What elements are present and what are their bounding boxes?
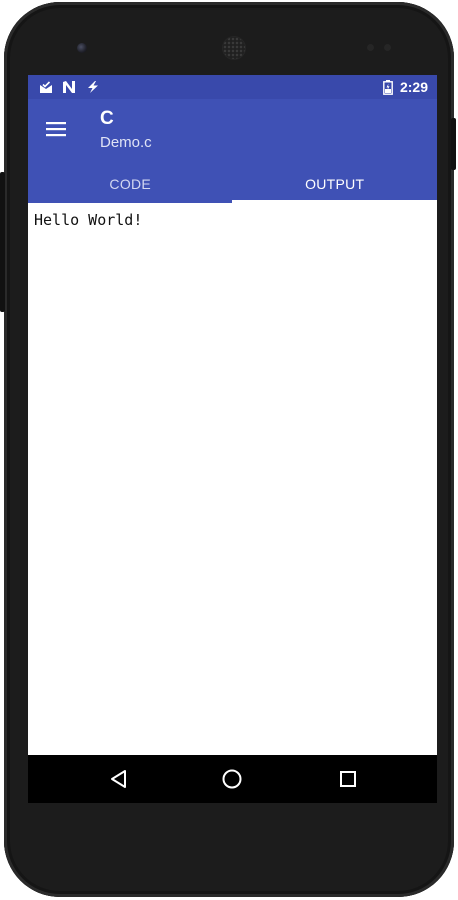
navigation-bar	[28, 755, 437, 803]
status-bar: 2:29	[28, 75, 437, 99]
output-text: Hello World!	[34, 211, 143, 229]
earpiece-speaker	[223, 37, 245, 59]
screen: 2:29 C Demo.c CODE OUTPUT Hello World!	[28, 75, 437, 803]
app-title: C	[100, 108, 114, 129]
home-icon	[222, 769, 242, 789]
file-name-subtitle: Demo.c	[100, 134, 152, 151]
recents-icon	[340, 771, 356, 787]
menu-icon	[46, 122, 66, 137]
battery-charging-icon	[382, 79, 394, 95]
front-camera	[77, 43, 87, 53]
light-sensor	[384, 44, 391, 51]
app-bar: C Demo.c CODE OUTPUT	[28, 99, 437, 203]
home-button[interactable]	[220, 767, 244, 791]
back-icon	[111, 770, 126, 788]
output-panel: Hello World!	[28, 203, 437, 755]
mail-check-icon	[39, 80, 53, 94]
n-notification-icon	[62, 80, 76, 94]
phone-frame: 2:29 C Demo.c CODE OUTPUT Hello World!	[4, 2, 454, 897]
proximity-sensor	[367, 44, 374, 51]
tab-bar: CODE OUTPUT	[28, 165, 437, 203]
menu-button[interactable]	[42, 115, 70, 143]
recents-button[interactable]	[336, 767, 360, 791]
status-time: 2:29	[399, 79, 428, 95]
power-button	[451, 118, 456, 170]
back-button[interactable]	[106, 767, 130, 791]
tab-code[interactable]: CODE	[28, 165, 233, 203]
tab-output[interactable]: OUTPUT	[233, 165, 438, 203]
volume-button	[0, 172, 5, 312]
flash-icon	[86, 80, 100, 94]
